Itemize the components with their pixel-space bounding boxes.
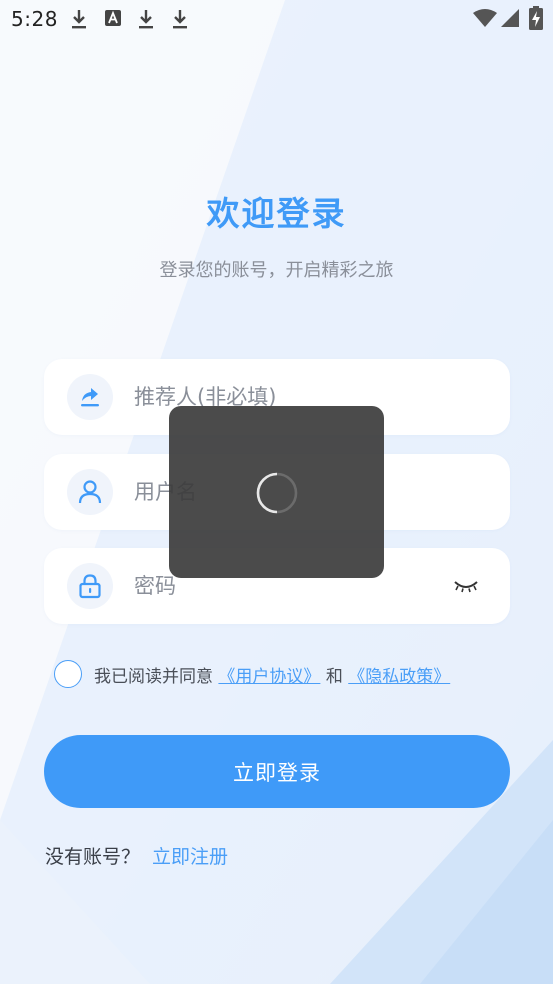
page-title: 欢迎登录 bbox=[206, 194, 347, 233]
wifi-icon bbox=[473, 9, 497, 27]
loading-overlay bbox=[169, 406, 384, 578]
user-icon bbox=[67, 469, 113, 515]
cellular-signal-icon bbox=[501, 9, 519, 27]
share-arrow-icon bbox=[67, 374, 113, 420]
app-notification-icon bbox=[105, 10, 121, 26]
agreement-row: 我已阅读并同意 《用户协议》 和 《隐私政策》 bbox=[54, 659, 534, 691]
battery-charging-icon bbox=[529, 6, 543, 30]
agreement-prefix: 我已阅读并同意 bbox=[94, 667, 213, 687]
login-button[interactable]: 立即登录 bbox=[44, 735, 510, 808]
lock-icon bbox=[67, 563, 113, 609]
spinner-icon bbox=[256, 472, 298, 514]
register-link[interactable]: 立即注册 bbox=[152, 846, 228, 868]
agreement-checkbox[interactable] bbox=[54, 660, 82, 688]
status-time: 5:28 bbox=[11, 7, 58, 31]
agreement-conjunction: 和 bbox=[325, 667, 343, 687]
download-icon bbox=[139, 10, 153, 29]
eye-closed-icon[interactable] bbox=[452, 576, 480, 596]
register-row: 没有账号？ 立即注册 bbox=[45, 842, 228, 869]
agreement-text: 我已阅读并同意 《用户协议》 和 《隐私政策》 bbox=[94, 662, 450, 687]
status-bar: 5:28 bbox=[0, 0, 553, 38]
register-prompt: 没有账号？ bbox=[45, 846, 141, 868]
page-subtitle: 登录您的账号，开启精彩之旅 bbox=[159, 260, 394, 281]
privacy-policy-link[interactable]: 《隐私政策》 bbox=[348, 667, 450, 687]
download-icon bbox=[72, 10, 86, 29]
user-agreement-link[interactable]: 《用户协议》 bbox=[218, 667, 320, 687]
download-icon bbox=[173, 10, 187, 29]
